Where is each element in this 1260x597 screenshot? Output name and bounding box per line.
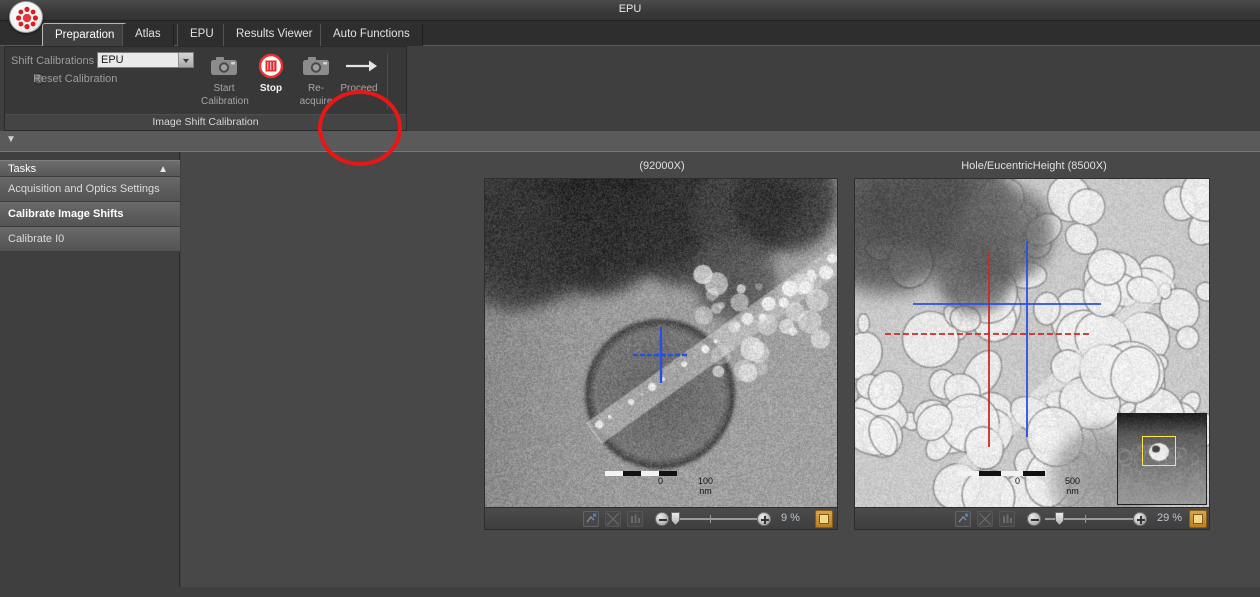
zoom-in-icon[interactable] bbox=[1133, 512, 1147, 526]
camera-icon bbox=[201, 51, 247, 81]
fei-thermo-logo-icon[interactable] bbox=[9, 1, 43, 33]
navigator-thumbnail[interactable] bbox=[1117, 413, 1207, 505]
histogram-icon[interactable] bbox=[999, 511, 1015, 527]
tab-epu[interactable]: EPU bbox=[177, 24, 227, 46]
image-panel-right-title: Hole/EucentricHeight (8500X) bbox=[854, 160, 1214, 172]
ribbon-group-title: Image Shift Calibration bbox=[5, 114, 406, 130]
title-bar: EPU bbox=[0, 0, 1260, 21]
stop-label: Stop bbox=[248, 83, 294, 94]
reset-calibration-label: Reset Calibration bbox=[33, 73, 117, 85]
ribbon-divider bbox=[387, 53, 388, 109]
proceed-button[interactable]: Proceed bbox=[333, 51, 385, 109]
zoom-slider-track[interactable] bbox=[673, 518, 761, 520]
proceed-label: Proceed bbox=[333, 83, 385, 94]
image-panel-left: (92000X) 0 100 nm 9 % bbox=[484, 152, 840, 532]
scale-bar-value: 100 nm bbox=[698, 476, 713, 496]
zoom-percent-left: 9 % bbox=[781, 512, 800, 524]
shift-calibrations-value: EPU bbox=[101, 54, 124, 66]
image-panel-left-title: (92000X) bbox=[484, 160, 840, 172]
tab-atlas[interactable]: Atlas bbox=[122, 24, 174, 46]
scale-bar-left: 0 100 nm bbox=[605, 471, 715, 476]
start-calibration-button[interactable]: Start Calibration bbox=[201, 51, 247, 109]
zoom-slider-thumb[interactable] bbox=[671, 512, 680, 525]
tab-auto-functions[interactable]: Auto Functions bbox=[320, 24, 423, 46]
image-view-left[interactable]: 0 100 nm bbox=[484, 178, 838, 508]
ribbon-collapse-bar[interactable]: ▼ bbox=[0, 131, 1260, 152]
scale-bar-value: 500 nm bbox=[1065, 476, 1080, 496]
sidebar-item-calibrate-image-shifts[interactable]: Calibrate Image Shifts bbox=[0, 202, 180, 227]
main-tab-strip: Preparation Atlas EPU Results Viewer Aut… bbox=[0, 21, 1260, 46]
zoom-in-icon[interactable] bbox=[757, 512, 771, 526]
zoom-out-icon[interactable] bbox=[1027, 512, 1041, 526]
zoom-slider-midtick bbox=[1085, 515, 1086, 523]
zoom-percent-right: 29 % bbox=[1157, 512, 1182, 524]
crosshair-overlay-icon[interactable] bbox=[977, 511, 993, 527]
beam-shift-crosshair bbox=[485, 179, 837, 507]
image-preset-icon-right[interactable] bbox=[1189, 510, 1207, 528]
tasks-header[interactable]: Tasks ▲ bbox=[0, 160, 180, 177]
stop-record-icon bbox=[248, 51, 294, 81]
start-calibration-label-1: Start bbox=[201, 83, 247, 94]
tasks-header-label: Tasks bbox=[8, 163, 36, 175]
shift-calibrations-select[interactable]: EPU bbox=[97, 52, 194, 68]
zoom-out-icon[interactable] bbox=[655, 512, 669, 526]
sidebar-item-calibrate-i0[interactable]: Calibrate I0 bbox=[0, 227, 180, 252]
chevron-up-icon[interactable]: ▲ bbox=[158, 162, 168, 178]
image-toolbar-right: 29 % bbox=[854, 508, 1210, 530]
scale-bar-zero: 0 bbox=[658, 476, 663, 486]
scale-bar-zero: 0 bbox=[1015, 476, 1020, 486]
beam-shift-crosshair bbox=[913, 241, 1101, 437]
image-panel-right: Hole/EucentricHeight (8500X) 0 500 nm 29… bbox=[854, 152, 1214, 532]
ribbon-group-image-shift-calibration: Shift Calibrations EPU Reset Calibration… bbox=[4, 46, 407, 131]
zoom-slider-midtick bbox=[710, 515, 711, 523]
chevron-down-icon[interactable]: ▼ bbox=[6, 135, 16, 145]
task-panel: Tasks ▲ Acquisition and Optics Settings … bbox=[0, 152, 180, 587]
zoom-slider-thumb[interactable] bbox=[1055, 512, 1064, 525]
window-title: EPU bbox=[0, 3, 1260, 15]
shift-calibrations-label: Shift Calibrations bbox=[11, 55, 94, 67]
image-view-right[interactable]: 0 500 nm bbox=[854, 178, 1210, 508]
ribbon: Shift Calibrations EPU Reset Calibration… bbox=[0, 46, 1260, 131]
crosshair-overlay-icon[interactable] bbox=[605, 511, 621, 527]
fit-to-window-icon[interactable] bbox=[955, 511, 971, 527]
image-preset-icon-left[interactable] bbox=[815, 510, 833, 528]
fit-to-window-icon[interactable] bbox=[583, 511, 599, 527]
tab-preparation[interactable]: Preparation bbox=[42, 23, 127, 47]
logo-glyph bbox=[10, 2, 44, 34]
work-area: (92000X) 0 100 nm 9 % Hole/EucentricHeig… bbox=[181, 152, 1260, 587]
bottom-strip bbox=[0, 587, 1260, 597]
chevron-down-icon[interactable] bbox=[178, 53, 193, 67]
arrow-right-icon bbox=[333, 51, 385, 81]
sidebar-item-acquisition-and-optics-settings[interactable]: Acquisition and Optics Settings bbox=[0, 177, 180, 202]
image-toolbar-left: 9 % bbox=[484, 508, 838, 530]
stop-button[interactable]: Stop bbox=[248, 51, 294, 109]
start-calibration-label-2: Calibration bbox=[201, 96, 247, 107]
reference-crosshair bbox=[885, 252, 1091, 447]
navigator-selection-box[interactable] bbox=[1142, 436, 1176, 466]
scale-bar-right: 0 500 nm bbox=[957, 471, 1077, 476]
histogram-icon[interactable] bbox=[627, 511, 643, 527]
tab-results-viewer[interactable]: Results Viewer bbox=[223, 24, 326, 46]
